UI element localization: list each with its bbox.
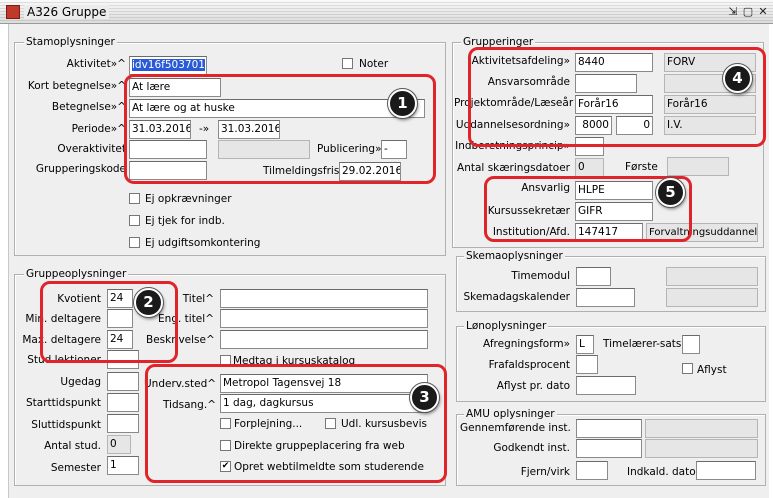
ej-udgift-checkbox[interactable] — [129, 237, 140, 248]
forste-field — [667, 157, 729, 176]
godkendt-name — [645, 439, 758, 458]
ugedag-field[interactable] — [107, 372, 139, 391]
betegnelse-label: Betegnelse»^ — [51, 101, 126, 113]
semester-label: Semester — [50, 462, 101, 474]
gennemforende-field[interactable] — [576, 419, 642, 438]
aflyst-label: Aflyst — [697, 364, 727, 376]
aflyst-dato-label: Aflyst pr. dato — [496, 380, 570, 392]
ej-tjek-checkbox[interactable] — [129, 215, 140, 226]
skemadagskalender-label: Skemadagskalender — [463, 291, 570, 303]
callout-box-3 — [145, 364, 447, 483]
gruppeoplysninger-title: Gruppeoplysninger — [24, 268, 129, 280]
antal-skaeringsdatoer-field: 0 — [575, 158, 604, 177]
indkald-dato-label: Indkald. dato — [627, 466, 696, 478]
gennemforende-label: Gennemførende inst. — [460, 422, 571, 434]
callout-badge-5: 5 — [656, 178, 685, 207]
aflyst-checkbox[interactable] — [682, 363, 693, 374]
starttidspunkt-field[interactable] — [107, 393, 139, 412]
callout-badge-2: 2 — [134, 288, 163, 317]
aflyst-dato-field[interactable] — [576, 376, 636, 395]
ej-opkraevninger-label: Ej opkrævninger — [145, 193, 232, 205]
godkendt-field[interactable] — [576, 439, 642, 458]
frafaldsprocent-label: Frafaldsprocent — [488, 359, 570, 371]
indkald-dato-field[interactable] — [696, 461, 756, 480]
minimize-icon[interactable]: ⇲ — [726, 4, 740, 19]
titel-field[interactable] — [220, 289, 428, 308]
eng-titel-field[interactable] — [220, 309, 428, 328]
noter-checkbox[interactable] — [342, 58, 353, 69]
aktivitet-field[interactable]: idv16f503701 — [132, 59, 205, 71]
title-bar — [0, 0, 773, 24]
godkendt-label: Godkendt inst. — [493, 442, 570, 454]
ej-tjek-label: Ej tjek for indb. — [145, 215, 225, 227]
antal-stud-label: Antal stud. — [44, 440, 101, 452]
ugedag-label: Ugedag — [60, 376, 101, 388]
afregningsform-field[interactable]: L — [576, 335, 594, 354]
forste-label: Første — [625, 161, 658, 173]
timelaerer-sats-field[interactable] — [682, 335, 700, 354]
kort-betegnelse-label: Kort betegnelse»^ — [27, 80, 126, 92]
timemodul-label: Timemodul — [511, 270, 570, 282]
timemodul-field[interactable] — [576, 267, 611, 286]
skemadagskalender-name — [666, 288, 758, 307]
gennemforende-name — [645, 419, 758, 438]
callout-badge-4: 4 — [723, 64, 752, 93]
ej-opkraevninger-checkbox[interactable] — [129, 193, 140, 204]
semester-field[interactable]: 1 — [107, 456, 139, 475]
fjern-virk-label: Fjern/virk — [520, 466, 570, 478]
window-title: A326 Gruppe — [24, 5, 110, 19]
app-icon — [6, 5, 20, 19]
timemodul-name — [666, 267, 758, 286]
noter-label: Noter — [359, 58, 389, 70]
sluttidspunkt-field[interactable] — [107, 414, 139, 433]
ej-udgift-label: Ej udgiftsomkontering — [145, 237, 261, 249]
beskrivelse-field[interactable] — [220, 330, 428, 349]
close-icon[interactable]: ✕ — [756, 4, 770, 19]
stamoplysninger-title: Stamoplysninger — [24, 36, 117, 48]
amu-title: AMU oplysninger — [464, 408, 557, 420]
starttidspunkt-label: Starttidspunkt — [26, 397, 101, 409]
maximize-icon[interactable]: ▢ — [741, 4, 755, 19]
fjern-virk-field[interactable] — [576, 461, 608, 480]
antal-skaeringsdatoer-label: Antal skæringsdatoer — [457, 162, 570, 174]
skemaoplysninger-title: Skemaoplysninger — [464, 250, 565, 262]
timelaerer-sats-label: Timelærer-sats — [603, 338, 682, 350]
aktivitet-label: Aktivitet»^ — [66, 58, 126, 70]
skemadagskalender-field[interactable] — [576, 288, 635, 307]
antal-stud-field: 0 — [107, 435, 131, 454]
callout-box-4 — [468, 47, 766, 147]
overaktivitet-label: Overaktivitet — [57, 143, 126, 155]
periode-label: Periode»^ — [71, 123, 126, 135]
grupperingskode-label: Grupperingskode — [35, 163, 126, 175]
afregningsform-label: Afregningsform» — [483, 338, 570, 350]
callout-box-1 — [124, 74, 436, 184]
callout-badge-3: 3 — [410, 383, 439, 412]
lonoplysninger-title: Lønoplysninger — [464, 320, 549, 332]
sluttidspunkt-label: Sluttidspunkt — [31, 419, 101, 431]
frafaldsprocent-field[interactable] — [576, 355, 598, 374]
callout-badge-1: 1 — [388, 89, 417, 118]
